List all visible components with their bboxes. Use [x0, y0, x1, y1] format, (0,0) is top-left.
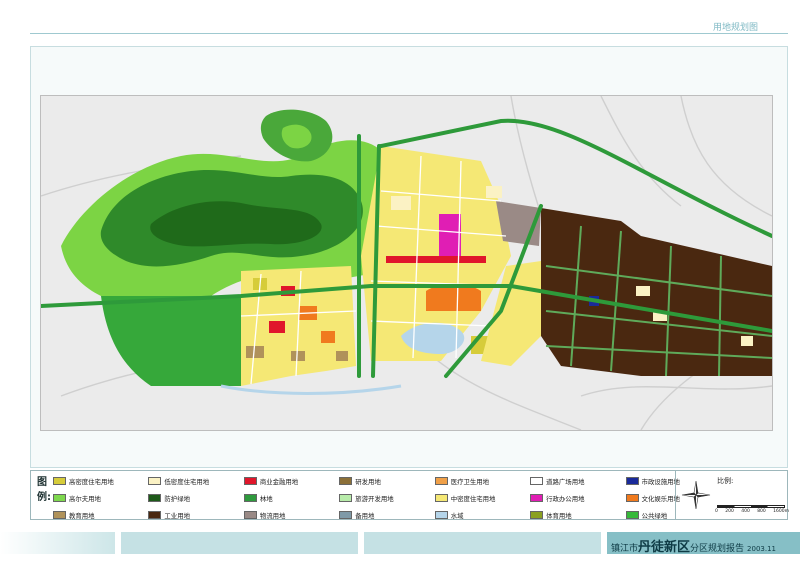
legend-swatch — [148, 477, 162, 485]
legend: 图例: 高密度住宅用地 低密度住宅用地 商业金融用地 研发用地 医疗卫生用地 道路广场用地… — [30, 470, 789, 521]
scale-tick: 1600m — [773, 509, 789, 514]
land-use-map[interactable] — [40, 95, 773, 431]
legend-label: 防护绿地 — [164, 494, 190, 503]
legend-item: 林地 — [243, 492, 339, 504]
legend-label: 商业金融用地 — [259, 477, 299, 486]
legend-label: 道路广场用地 — [546, 477, 585, 486]
legend-label: 研发用地 — [355, 477, 381, 486]
legend-swatch — [243, 494, 257, 502]
legend-item: 中密度住宅用地 — [434, 492, 530, 504]
legend-item: 防护绿地 — [148, 492, 243, 504]
legend-grid: 高密度住宅用地 低密度住宅用地 商业金融用地 研发用地 医疗卫生用地 道路广场用地 市政设施… — [53, 475, 721, 521]
legend-item: 水域 — [434, 509, 530, 521]
legend-item: 教育用地 — [53, 509, 148, 521]
legend-swatch — [434, 477, 448, 485]
legend-label: 水域 — [450, 511, 464, 520]
scale-bar — [717, 505, 785, 508]
legend-item: 高尔夫用地 — [53, 492, 148, 504]
legend-item: 低密度住宅用地 — [148, 475, 243, 487]
top-divider — [30, 33, 788, 34]
legend-item: 物流用地 — [243, 509, 339, 521]
commercial-strip — [386, 256, 486, 263]
report-title: 镇江市丹徒新区分区规划报告 2003.11 — [611, 536, 776, 555]
report-prefix: 镇江市 — [611, 544, 639, 554]
legend-swatch — [434, 494, 448, 502]
scale-ticks: 0 200 400 800 1600m — [715, 509, 789, 514]
footer-bar: 镇江市丹徒新区分区规划报告 2003.11 — [0, 532, 800, 555]
legend-swatch — [243, 511, 257, 519]
legend-label: 工业用地 — [164, 511, 190, 520]
legend-swatch — [53, 511, 66, 519]
legend-label: 低密度住宅用地 — [164, 477, 210, 486]
legend-swatch — [625, 511, 639, 519]
legend-item: 道路广场用地 — [530, 475, 625, 487]
legend-swatch — [530, 477, 544, 485]
legend-label: 体育用地 — [546, 511, 572, 520]
report-emph: 丹徒新区 — [638, 540, 691, 555]
legend-item: 高密度住宅用地 — [53, 475, 148, 487]
scale-tick: 800 — [757, 509, 766, 514]
legend-swatch — [53, 477, 66, 485]
legend-swatch — [434, 511, 448, 519]
legend-swatch — [625, 477, 639, 485]
legend-label: 行政办公用地 — [546, 494, 585, 503]
legend-label: 公共绿地 — [641, 511, 668, 520]
scale-tick: 400 — [741, 509, 750, 514]
report-date: 2003.11 — [747, 545, 776, 553]
legend-item: 旅游开发用地 — [339, 492, 434, 504]
legend-item: 工业用地 — [148, 509, 243, 521]
legend-label: 高尔夫用地 — [69, 494, 101, 503]
legend-label: 林地 — [259, 494, 273, 503]
legend-label: 高密度住宅用地 — [69, 477, 114, 486]
legend-swatch — [530, 511, 544, 519]
page-title: 用地规划图 — [712, 23, 758, 33]
legend-label: 医疗卫生用地 — [450, 477, 490, 486]
scale-label: 比例: — [717, 477, 734, 485]
legend-label: 物流用地 — [259, 511, 286, 520]
legend-item: 行政办公用地 — [530, 492, 625, 504]
legend-swatch — [148, 494, 162, 502]
report-suffix: 分区规划报告 — [690, 544, 745, 554]
scale-tick: 200 — [725, 509, 734, 514]
legend-swatch — [339, 494, 353, 502]
legend-label: 备用地 — [355, 511, 375, 520]
land-use-map-svg — [41, 96, 772, 430]
legend-item: 研发用地 — [339, 475, 434, 487]
scale-tick: 0 — [715, 509, 718, 514]
legend-swatch — [625, 494, 639, 502]
legend-label: 教育用地 — [69, 511, 95, 520]
legend-swatch — [53, 494, 66, 502]
compass-icon — [681, 480, 711, 510]
legend-swatch — [530, 494, 544, 502]
legend-item: 医疗卫生用地 — [434, 475, 530, 487]
legend-item: 商业金融用地 — [243, 475, 339, 487]
legend-scale-panel: 比例: 0 200 400 800 1600m — [675, 471, 789, 519]
legend-title: 图例: — [37, 477, 51, 503]
legend-item: 备用地 — [339, 509, 434, 521]
legend-label: 中密度住宅用地 — [450, 494, 496, 503]
legend-swatch — [339, 511, 353, 519]
legend-swatch — [339, 477, 353, 485]
legend-swatch — [243, 477, 257, 485]
legend-label: 旅游开发用地 — [355, 494, 394, 503]
legend-item: 体育用地 — [530, 509, 625, 521]
legend-swatch — [148, 511, 162, 519]
admin-office-block — [439, 214, 461, 258]
